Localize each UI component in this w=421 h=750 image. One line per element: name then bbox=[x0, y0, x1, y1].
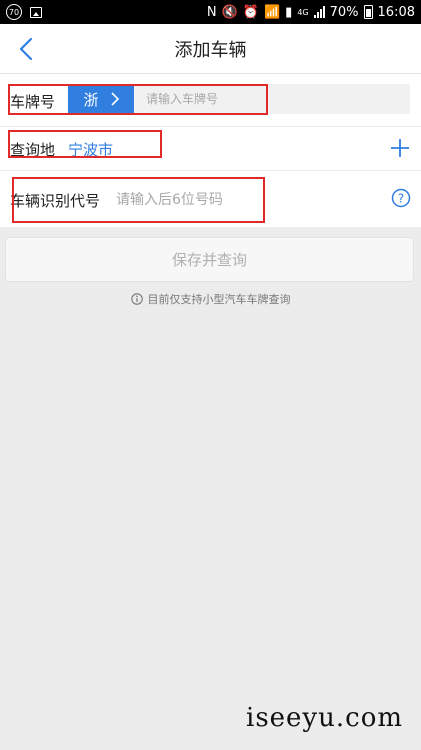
status-right: N 🔇 ⏰ 📶 ▮ 4G 70% 16:08 bbox=[207, 5, 415, 20]
plate-label: 车牌号 bbox=[10, 93, 56, 111]
status-left: 70 bbox=[6, 4, 42, 20]
plus-icon[interactable] bbox=[389, 137, 411, 159]
image-icon bbox=[30, 6, 42, 18]
chevron-right-icon bbox=[110, 92, 119, 106]
mute-icon: 🔇 bbox=[221, 4, 238, 20]
help-icon[interactable]: ? bbox=[391, 188, 411, 208]
wifi-icon: 📶 bbox=[263, 4, 281, 20]
notification-badge: 70 bbox=[6, 4, 22, 20]
watermark: iseeyu.com bbox=[246, 703, 403, 733]
nav-bar: 添加车辆 bbox=[0, 24, 421, 74]
clock: 16:08 bbox=[377, 4, 415, 20]
vehicle-form: 车牌号 浙 查询地 宁波市 车辆识别代号 ? bbox=[0, 74, 421, 227]
status-bar: 70 N 🔇 ⏰ 📶 ▮ 4G 70% 16:08 bbox=[0, 0, 421, 24]
province-selector[interactable]: 浙 bbox=[68, 84, 134, 114]
battery-icon bbox=[363, 5, 373, 19]
vin-input[interactable] bbox=[116, 189, 316, 211]
nfc-icon: N bbox=[206, 4, 217, 20]
vin-label: 车辆识别代号 bbox=[10, 192, 101, 210]
notice: 目前仅支持小型汽车车牌查询 bbox=[0, 290, 421, 308]
chevron-left-icon bbox=[19, 37, 33, 61]
city-row[interactable]: 查询地 宁波市 bbox=[0, 126, 421, 170]
plate-field: 浙 bbox=[68, 84, 410, 114]
sim-icon: ▮ bbox=[285, 4, 293, 20]
signal-icon bbox=[313, 6, 325, 18]
page-title: 添加车辆 bbox=[174, 39, 247, 61]
save-and-query-button[interactable]: 保存并查询 bbox=[5, 237, 414, 282]
city-label: 查询地 bbox=[10, 141, 56, 159]
plate-row: 车牌号 浙 bbox=[0, 74, 421, 126]
plate-number-input[interactable] bbox=[146, 84, 396, 114]
network-type: 4G bbox=[297, 7, 309, 17]
svg-text:?: ? bbox=[398, 192, 404, 206]
battery-percent: 70% bbox=[329, 4, 359, 20]
alarm-icon: ⏰ bbox=[242, 4, 259, 20]
vin-row: 车辆识别代号 ? bbox=[0, 170, 421, 227]
province-value: 浙 bbox=[83, 90, 99, 109]
notice-text: 目前仅支持小型汽车车牌查询 bbox=[147, 293, 291, 306]
info-icon bbox=[130, 293, 143, 305]
city-value[interactable]: 宁波市 bbox=[68, 139, 113, 160]
back-button[interactable] bbox=[12, 34, 40, 64]
